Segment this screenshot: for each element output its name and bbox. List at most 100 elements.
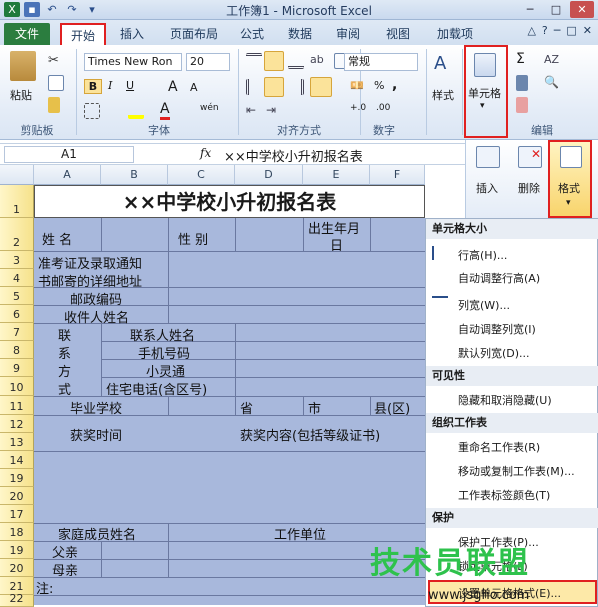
comma-button[interactable]: ,: [392, 77, 397, 93]
column-header[interactable]: C: [168, 165, 235, 185]
cut-icon[interactable]: ✂: [48, 53, 64, 69]
format-dropdown-icon[interactable]: ▾: [566, 198, 571, 208]
increase-decimal-button[interactable]: +.0: [350, 103, 366, 113]
insert-cells-icon[interactable]: [476, 146, 500, 168]
column-header[interactable]: B: [101, 165, 168, 185]
merge-center-icon[interactable]: [310, 77, 332, 97]
maximize-button[interactable]: □: [544, 1, 568, 18]
row-header[interactable]: 10: [0, 377, 34, 396]
select-all-corner[interactable]: [0, 165, 34, 185]
orientation-icon[interactable]: ab: [310, 53, 326, 69]
format-cells-icon[interactable]: [560, 146, 582, 168]
row-header[interactable]: 18: [0, 523, 34, 541]
tab-addins[interactable]: 加载项: [428, 23, 482, 45]
number-format-select[interactable]: 常规: [344, 53, 418, 71]
row-header[interactable]: 2: [0, 218, 34, 251]
paste-button[interactable]: 粘贴: [10, 87, 32, 103]
decrease-decimal-button[interactable]: .00: [376, 103, 390, 113]
minimize-button[interactable]: ─: [518, 1, 542, 18]
tab-file[interactable]: 文件: [4, 23, 50, 45]
column-header[interactable]: E: [303, 165, 370, 185]
currency-icon[interactable]: 💴: [350, 79, 364, 92]
row-header[interactable]: 11: [0, 396, 34, 415]
delete-cells-button[interactable]: 删除: [518, 180, 540, 196]
tab-review[interactable]: 审阅: [328, 23, 368, 45]
format-painter-icon[interactable]: [48, 97, 60, 113]
name-box[interactable]: A1: [4, 146, 134, 163]
phonetic-button[interactable]: wén: [200, 103, 219, 113]
cells-dropdown-icon[interactable]: ▾: [480, 101, 485, 111]
increase-indent-icon[interactable]: ⇥: [266, 103, 282, 119]
tab-view[interactable]: 视图: [378, 23, 418, 45]
percent-button[interactable]: %: [374, 79, 384, 92]
formula-input[interactable]: ××中学校小升初报名表: [224, 146, 363, 165]
align-bottom-icon[interactable]: [288, 53, 304, 69]
copy-icon[interactable]: [48, 75, 64, 91]
menu-hide-unhide[interactable]: 隐藏和取消隐藏(U): [458, 392, 552, 408]
row-header[interactable]: 17: [0, 505, 34, 523]
menu-autofit-row[interactable]: 自动调整行高(A): [458, 270, 540, 286]
worksheet[interactable]: A B C D E F 1 2 3 4 5 6 7 8 9 10 11 12 1…: [0, 165, 425, 607]
row-header[interactable]: 13: [0, 433, 34, 451]
row-header[interactable]: 3: [0, 251, 34, 269]
underline-button[interactable]: U: [126, 79, 134, 92]
tab-page-layout[interactable]: 页面布局: [162, 23, 226, 45]
row-header[interactable]: 9: [0, 359, 34, 377]
menu-autofit-column[interactable]: 自动调整列宽(I): [458, 321, 536, 337]
menu-tab-color[interactable]: 工作表标签颜色(T): [458, 487, 550, 503]
column-header[interactable]: A: [34, 165, 101, 185]
row-header[interactable]: 19: [0, 541, 34, 559]
fill-icon[interactable]: [516, 75, 528, 91]
menu-rename-sheet[interactable]: 重命名工作表(R): [458, 439, 540, 455]
row-header[interactable]: 22: [0, 592, 34, 607]
styles-button[interactable]: 样式: [432, 87, 454, 103]
font-size-select[interactable]: 20: [186, 53, 230, 71]
wb-minimize-icon[interactable]: ─: [554, 24, 561, 37]
menu-column-width[interactable]: 列宽(W)...: [458, 297, 510, 313]
bold-button[interactable]: B: [84, 79, 102, 94]
close-button[interactable]: ✕: [570, 1, 594, 18]
menu-default-width[interactable]: 默认列宽(D)...: [458, 345, 530, 361]
insert-cells-button[interactable]: 插入: [476, 180, 498, 196]
menu-row-height[interactable]: 行高(H)...: [458, 247, 507, 263]
clear-icon[interactable]: [516, 97, 528, 113]
cells-button[interactable]: 单元格: [468, 85, 501, 101]
autosum-button[interactable]: Σ: [516, 51, 525, 67]
tab-formulas[interactable]: 公式: [232, 23, 272, 45]
row-header[interactable]: 6: [0, 305, 34, 323]
menu-move-copy-sheet[interactable]: 移动或复制工作表(M)...: [458, 463, 575, 479]
align-middle-icon[interactable]: [264, 51, 284, 71]
row-header[interactable]: 1: [0, 185, 34, 218]
italic-button[interactable]: I: [108, 79, 112, 92]
sort-filter-icon[interactable]: AZ: [544, 53, 560, 69]
border-icon[interactable]: [84, 103, 100, 119]
font-color-button[interactable]: A: [160, 101, 170, 120]
tab-data[interactable]: 数据: [280, 23, 320, 45]
row-header[interactable]: 5: [0, 287, 34, 305]
row-header[interactable]: 19: [0, 469, 34, 487]
format-button[interactable]: 格式: [558, 180, 580, 196]
tab-insert[interactable]: 插入: [112, 23, 152, 45]
column-header[interactable]: D: [235, 165, 303, 185]
fill-color-icon[interactable]: [128, 103, 144, 119]
row-header[interactable]: 20: [0, 487, 34, 505]
wb-close-icon[interactable]: ✕: [583, 24, 592, 37]
paste-icon[interactable]: [10, 51, 36, 81]
delete-cells-icon[interactable]: ✕: [518, 146, 542, 168]
row-header[interactable]: 8: [0, 341, 34, 359]
align-top-icon[interactable]: [246, 53, 262, 69]
decrease-indent-icon[interactable]: ⇤: [246, 103, 262, 119]
row-header[interactable]: 7: [0, 323, 34, 341]
align-center-icon[interactable]: [264, 77, 284, 97]
find-select-icon[interactable]: 🔍: [544, 75, 560, 91]
collapse-ribbon-icon[interactable]: △: [527, 24, 535, 37]
row-header[interactable]: 4: [0, 269, 34, 287]
styles-icon[interactable]: A: [434, 53, 456, 77]
form-title[interactable]: ××中学校小升初报名表: [34, 185, 425, 218]
row-header[interactable]: 20: [0, 559, 34, 577]
row-header[interactable]: 14: [0, 451, 34, 469]
align-right-icon[interactable]: [288, 79, 304, 95]
wb-restore-icon[interactable]: □: [566, 24, 576, 37]
font-name-select[interactable]: Times New Ron: [84, 53, 182, 71]
align-left-icon[interactable]: [246, 79, 262, 95]
